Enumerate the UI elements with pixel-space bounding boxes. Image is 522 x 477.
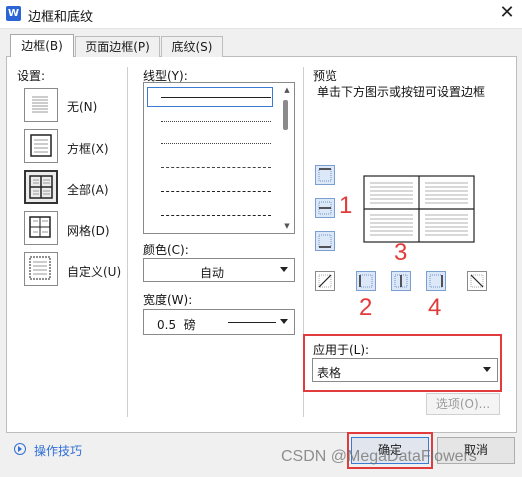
setting-custom-button[interactable] <box>24 252 58 286</box>
annotation-number: 3 <box>394 239 408 266</box>
inside-vertical-border-icon <box>394 274 408 288</box>
line-style-solid[interactable] <box>161 97 271 98</box>
diagonal-up-border-button[interactable] <box>315 271 335 291</box>
preview-table-diagram <box>363 175 475 243</box>
column-divider <box>127 67 128 417</box>
width-dropdown[interactable]: 0.5 磅 <box>143 309 295 335</box>
annotation-number: 2 <box>359 294 373 321</box>
inside-horizontal-border-button[interactable] <box>315 198 335 218</box>
setting-none-icon <box>32 96 48 113</box>
options-button[interactable]: 选项(O)... <box>426 393 500 415</box>
color-heading: 颜色(C): <box>143 243 189 257</box>
preview-hint: 单击下方图示或按钮可设置边框 <box>317 85 486 99</box>
line-style-list[interactable] <box>143 82 295 234</box>
scrollbar-thumb[interactable] <box>283 100 288 130</box>
line-style-dash-dot[interactable] <box>161 191 271 192</box>
chevron-down-icon <box>280 319 288 324</box>
tab-borders[interactable]: 边框(B) <box>10 34 74 57</box>
setting-grid-button[interactable] <box>24 211 58 245</box>
line-style-dash-dot-dot[interactable] <box>161 215 271 216</box>
right-border-icon <box>429 274 443 288</box>
wps-writer-icon: W <box>6 6 21 21</box>
inside-vertical-border-button[interactable] <box>391 271 411 291</box>
setting-all-icon <box>29 175 53 199</box>
setting-all-label: 全部(A) <box>67 183 109 197</box>
top-border-icon <box>318 168 332 182</box>
chevron-down-icon <box>280 267 288 272</box>
tab-page-borders[interactable]: 页面边框(P) <box>75 36 160 57</box>
width-value: 0.5 磅 <box>157 318 196 332</box>
annotation-number: 4 <box>428 294 442 321</box>
scroll-up-icon[interactable]: ▲ <box>283 86 291 94</box>
preview-heading: 预览 <box>313 69 338 83</box>
watermark: CSDN @MegaDataFlowers <box>281 448 477 465</box>
setting-all-button[interactable] <box>24 170 58 204</box>
apply-to-heading: 应用于(L): <box>313 343 370 357</box>
diagonal-down-icon <box>470 274 484 288</box>
width-line-sample <box>228 322 276 323</box>
line-style-dotted-fine[interactable] <box>161 143 271 144</box>
bottom-border-button[interactable] <box>315 231 335 251</box>
diagonal-up-icon <box>318 274 332 288</box>
setting-box-icon <box>30 134 52 157</box>
bottom-border-icon <box>318 234 332 248</box>
annotation-number: 1 <box>339 192 353 219</box>
setting-grid-icon <box>29 216 51 238</box>
setting-custom-icon <box>29 256 51 280</box>
window-title: 边框和底纹 <box>28 10 94 25</box>
setting-box-button[interactable] <box>24 129 58 163</box>
setting-none-label: 无(N) <box>67 100 98 114</box>
setting-custom-label: 自定义(U) <box>67 265 122 279</box>
setting-none-button[interactable] <box>24 88 58 122</box>
tips-link[interactable]: 操作技巧 <box>34 442 82 459</box>
chevron-down-icon <box>483 367 491 372</box>
diagonal-down-border-button[interactable] <box>467 271 487 291</box>
color-dropdown[interactable]: 自动 <box>143 258 295 282</box>
right-border-button[interactable] <box>426 271 446 291</box>
scroll-down-icon[interactable]: ▼ <box>283 222 291 230</box>
left-border-icon <box>359 274 373 288</box>
setting-grid-label: 网格(D) <box>67 224 110 238</box>
inside-horizontal-border-icon <box>318 201 332 215</box>
left-border-button[interactable] <box>356 271 376 291</box>
tab-shading[interactable]: 底纹(S) <box>161 36 223 57</box>
setting-box-label: 方框(X) <box>67 142 109 156</box>
apply-to-dropdown[interactable]: 表格 <box>312 358 498 382</box>
line-style-dotted[interactable] <box>161 121 271 122</box>
color-value: 自动 <box>199 266 224 280</box>
apply-to-value: 表格 <box>317 366 342 380</box>
play-icon <box>18 446 22 452</box>
tips-icon[interactable] <box>14 443 26 455</box>
width-heading: 宽度(W): <box>143 293 193 307</box>
settings-heading: 设置: <box>17 69 46 83</box>
top-border-button[interactable] <box>315 165 335 185</box>
preview-canvas[interactable] <box>341 153 502 261</box>
close-icon[interactable]: ✕ <box>494 2 520 26</box>
line-style-dashed[interactable] <box>161 167 271 168</box>
